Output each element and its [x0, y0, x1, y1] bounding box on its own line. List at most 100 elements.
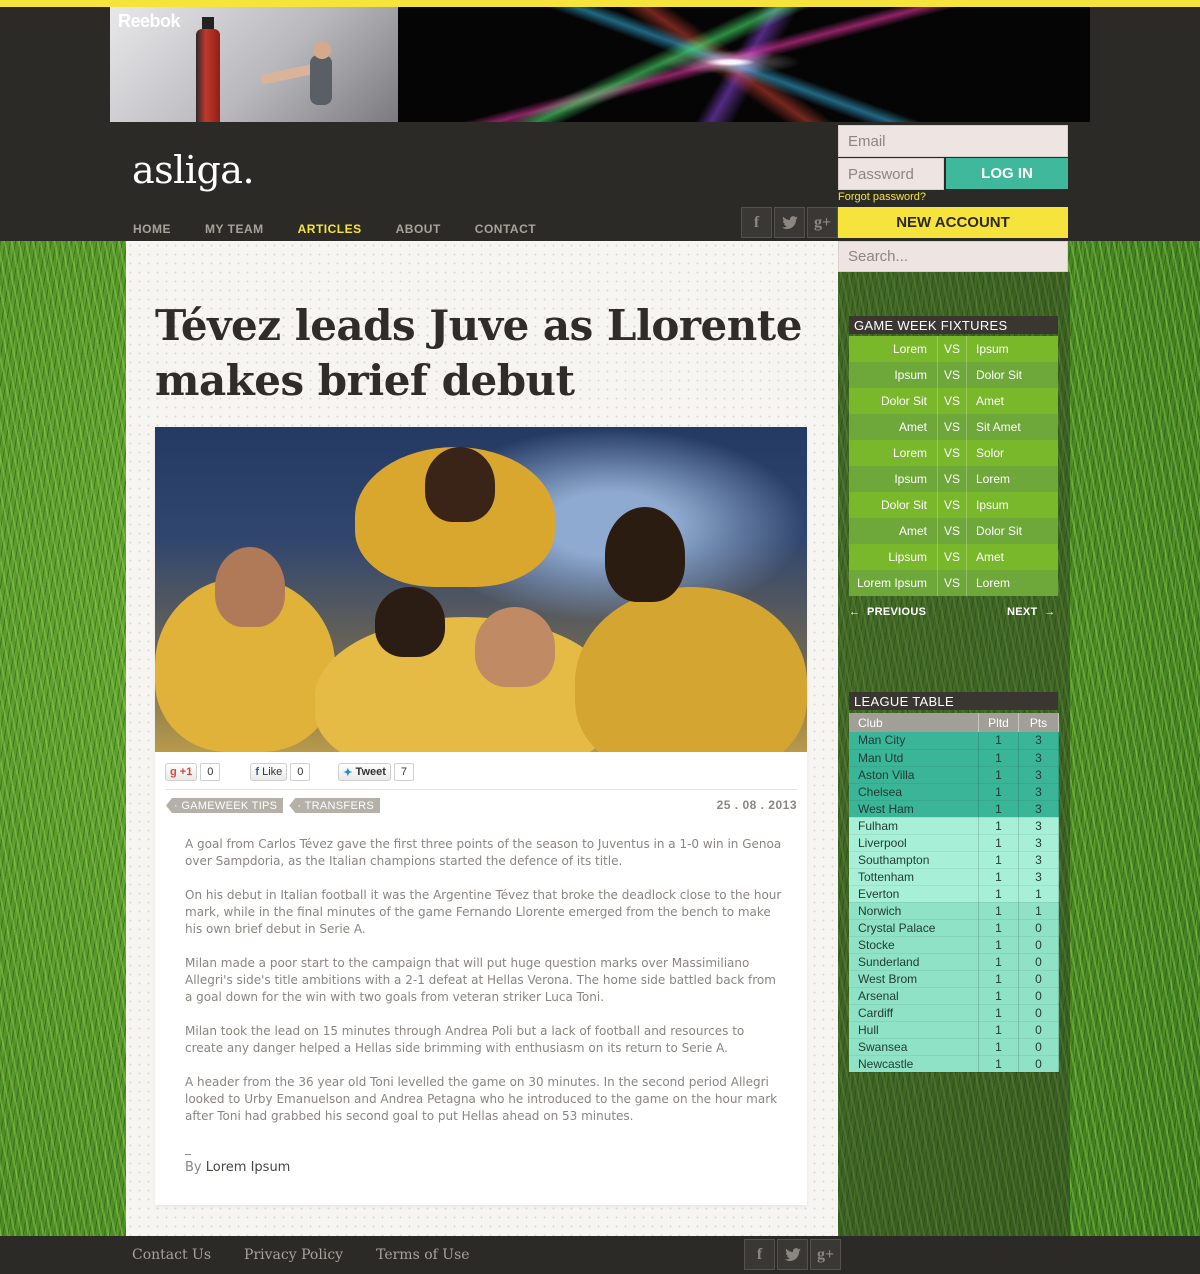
tweet-label: Tweet	[355, 766, 386, 778]
league-row[interactable]: Man Utd 1 3	[849, 749, 1059, 767]
byline-prefix: By	[185, 1160, 202, 1175]
tag-gameweek-tips[interactable]: · GAMEWEEK TIPS	[166, 798, 284, 813]
email-field[interactable]: Email	[838, 125, 1068, 157]
league-row[interactable]: West Ham 1 3	[849, 800, 1059, 818]
league-played: 1	[978, 817, 1019, 835]
login-button[interactable]: LOG IN	[946, 158, 1068, 189]
league-played: 1	[978, 919, 1019, 937]
fixtures-next-button[interactable]: NEXT →	[1007, 606, 1056, 618]
fixture-row[interactable]: Amet VS Sit Amet	[849, 414, 1058, 440]
league-points: 1	[1018, 885, 1059, 903]
photo-player-head-3	[375, 587, 445, 657]
fixtures-previous-button[interactable]: ← PREVIOUS	[849, 606, 926, 618]
facebook-icon[interactable]: f	[744, 1239, 775, 1270]
league-row[interactable]: Swansea 1 0	[849, 1038, 1059, 1056]
password-field[interactable]: Password	[838, 158, 944, 190]
article-paragraph: On his debut in Italian football it was …	[185, 888, 782, 936]
league-row[interactable]: Cardiff 1 0	[849, 1004, 1059, 1022]
nav-articles[interactable]: ARTICLES	[298, 222, 362, 236]
gplus-icon: g	[170, 766, 177, 778]
nav-my-team[interactable]: MY TEAM	[205, 222, 264, 236]
fixture-away-team: Lorem	[976, 472, 1011, 486]
fixture-row[interactable]: Amet VS Dolor Sit	[849, 518, 1058, 544]
league-points: 0	[1018, 987, 1059, 1005]
forgot-password-link[interactable]: Forgot password?	[838, 191, 926, 203]
fixture-row[interactable]: Dolor Sit VS Amet	[849, 388, 1058, 414]
league-table-title: LEAGUE TABLE	[849, 692, 1058, 710]
fixture-row[interactable]: Lorem Ipsum VS Lorem	[849, 570, 1058, 596]
league-row[interactable]: Hull 1 0	[849, 1021, 1059, 1039]
site-logo[interactable]: asliga.	[132, 148, 255, 192]
league-row[interactable]: Everton 1 1	[849, 885, 1059, 903]
league-row[interactable]: Norwich 1 1	[849, 902, 1059, 920]
fixture-vs-label: VS	[937, 440, 967, 466]
league-row[interactable]: Aston Villa 1 3	[849, 766, 1059, 784]
article-byline: By Lorem Ipsum	[185, 1160, 290, 1175]
fixture-vs-label: VS	[937, 466, 967, 492]
league-points: 0	[1018, 1055, 1059, 1073]
search-input[interactable]: Search...	[838, 241, 1068, 272]
article-title: Tévez leads Juve as Llorente makes brief…	[155, 301, 802, 405]
facebook-like-button[interactable]: f Like	[250, 763, 288, 781]
nav-contact[interactable]: CONTACT	[475, 222, 536, 236]
fixture-away-team: Dolor Sit	[976, 524, 1023, 538]
league-row[interactable]: Newcastle 1 0	[849, 1055, 1059, 1073]
league-row[interactable]: West Brom 1 0	[849, 970, 1059, 988]
league-points: 3	[1018, 766, 1059, 784]
new-account-button[interactable]: NEW ACCOUNT	[838, 207, 1068, 238]
league-row[interactable]: Fulham 1 3	[849, 817, 1059, 835]
footer-contact-us[interactable]: Contact Us	[132, 1247, 211, 1263]
googleplus-icon[interactable]: g+	[807, 207, 838, 238]
nav-home[interactable]: HOME	[133, 222, 171, 236]
footer-terms-of-use[interactable]: Terms of Use	[376, 1247, 469, 1263]
photo-player-head-1	[425, 447, 495, 522]
footer-privacy-policy[interactable]: Privacy Policy	[244, 1247, 343, 1263]
league-points: 3	[1018, 817, 1059, 835]
league-row[interactable]: Stocke 1 0	[849, 936, 1059, 954]
article-paragraph: Milan took the lead on 15 minutes throug…	[185, 1024, 745, 1055]
league-club: Norwich	[849, 902, 979, 920]
fixture-row[interactable]: Lipsum VS Amet	[849, 544, 1058, 570]
fixture-vs-label: VS	[937, 492, 967, 518]
fixture-home-team: Lorem	[892, 342, 927, 356]
nav-about[interactable]: ABOUT	[396, 222, 441, 236]
tag-transfers-label: TRANSFERS	[304, 799, 374, 812]
fixtures-list: Lorem VS Ipsum Ipsum VS Dolor Sit Dolor Sit VS A…	[849, 336, 1058, 596]
league-played: 1	[978, 732, 1019, 750]
fixture-row[interactable]: Ipsum VS Dolor Sit	[849, 362, 1058, 388]
punching-bag	[196, 29, 220, 122]
gplus-button[interactable]: g +1	[165, 763, 198, 781]
byline-author[interactable]: Lorem Ipsum	[206, 1160, 291, 1175]
tag-transfers[interactable]: · TRANSFERS	[289, 798, 380, 813]
fixture-row[interactable]: Lorem VS Solor	[849, 440, 1058, 466]
kickboxer-head	[313, 41, 331, 59]
fixtures-previous-label: PREVIOUS	[867, 606, 927, 618]
twitter-bird-glyph	[781, 215, 798, 229]
league-row[interactable]: Sunderland 1 0	[849, 953, 1059, 971]
league-row[interactable]: Chelsea 1 3	[849, 783, 1059, 801]
league-played: 1	[978, 1038, 1019, 1056]
league-club: Swansea	[849, 1038, 979, 1056]
league-row[interactable]: Tottenham 1 3	[849, 868, 1059, 886]
fixture-row[interactable]: Ipsum VS Lorem	[849, 466, 1058, 492]
fixture-row[interactable]: Lorem VS Ipsum	[849, 336, 1058, 362]
article-paragraph: A goal from Carlos Tévez gave the first …	[185, 837, 782, 868]
fixture-row[interactable]: Dolor Sit VS Ipsum	[849, 492, 1058, 518]
facebook-icon[interactable]: f	[741, 207, 772, 238]
league-row[interactable]: Liverpool 1 3	[849, 834, 1059, 852]
league-row[interactable]: Crystal Palace 1 0	[849, 919, 1059, 937]
banner-ad[interactable]: Reebok	[110, 7, 1090, 122]
fixture-vs-label: VS	[937, 362, 967, 388]
photo-player-5	[475, 607, 555, 687]
tweet-button[interactable]: ✦ Tweet	[338, 763, 391, 781]
twitter-icon[interactable]	[774, 207, 805, 238]
facebook-like-label: Like	[262, 766, 283, 778]
league-row[interactable]: Arsenal 1 0	[849, 987, 1059, 1005]
league-table: Club Pltd Pts Man City 1 3 Man Utd 1 3 Aston V…	[849, 713, 1059, 1073]
googleplus-icon[interactable]: g+	[810, 1239, 841, 1270]
league-row[interactable]: Southampton 1 3	[849, 851, 1059, 869]
article-paragraph: Milan made a poor start to the campaign …	[185, 956, 776, 1004]
twitter-icon[interactable]	[777, 1239, 808, 1270]
league-row[interactable]: Man City 1 3	[849, 732, 1059, 750]
league-points: 3	[1018, 800, 1059, 818]
